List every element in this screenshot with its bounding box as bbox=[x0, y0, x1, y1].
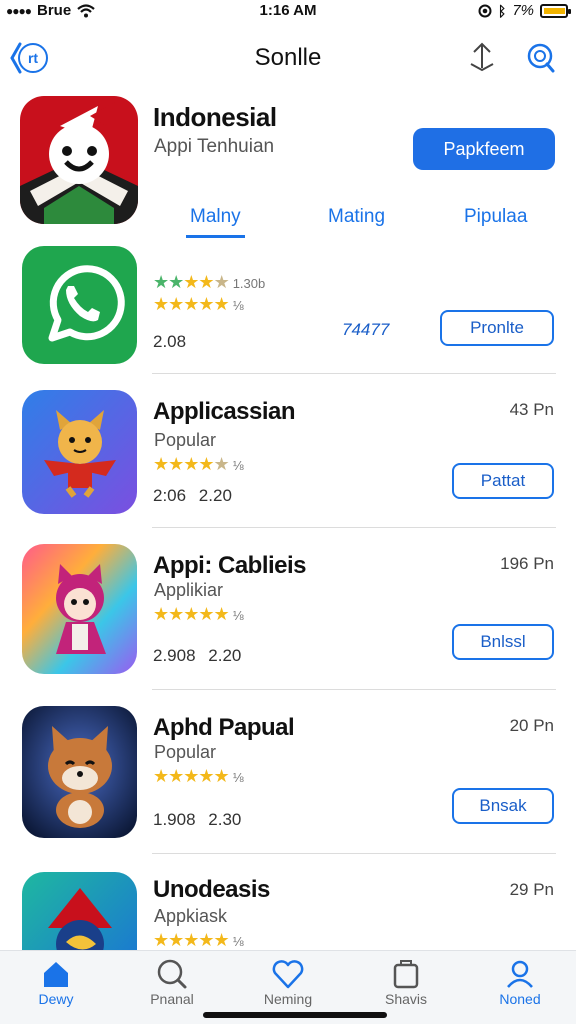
rating-stars: ★★★★★ ⅛ bbox=[153, 766, 244, 786]
app-category: Appkiask bbox=[154, 906, 228, 926]
home-icon bbox=[44, 962, 68, 987]
app-row[interactable]: Unodeasis Appkiask ★★★★★ ⅛ 29 Pn bbox=[0, 872, 576, 950]
app-size: 20 Pn bbox=[509, 716, 554, 735]
row-divider bbox=[152, 373, 556, 374]
bluetooth-icon: ᛒ bbox=[497, 2, 507, 19]
bag-icon bbox=[393, 960, 419, 989]
get-button[interactable]: Pronlte bbox=[440, 310, 554, 346]
get-button[interactable]: Bnlssl bbox=[452, 624, 554, 660]
app-category: Popular bbox=[154, 742, 217, 762]
app-name: Aphd Papual bbox=[153, 714, 295, 741]
app-icon[interactable] bbox=[22, 706, 137, 838]
tab-bar-item-profile[interactable]: Noned bbox=[470, 957, 570, 1007]
tab-bar-item-bag[interactable]: Shavis bbox=[356, 957, 456, 1007]
location-icon bbox=[478, 4, 492, 17]
status-right: ᛒ 7% bbox=[478, 2, 571, 19]
tab-bar-item-heart[interactable]: Neming bbox=[238, 957, 338, 1007]
share-button[interactable] bbox=[468, 42, 496, 79]
app-category: Popular bbox=[154, 430, 217, 450]
featured-app-subtitle: Appi Tenhuian bbox=[154, 136, 275, 157]
app-name: Applicassian bbox=[153, 398, 296, 425]
app-icon[interactable] bbox=[22, 544, 137, 674]
app-icon[interactable] bbox=[22, 390, 137, 514]
tab-0[interactable]: Malny bbox=[186, 206, 245, 238]
app-stats: 2:06 2.20 bbox=[153, 486, 232, 505]
rating-stars: ★★★★★ ⅛ bbox=[153, 604, 244, 624]
rating-stars: ★★★★★ 1.30b bbox=[153, 272, 266, 292]
search-icon bbox=[527, 43, 555, 73]
app-name: Unodeasis bbox=[153, 876, 270, 903]
featured-app-title: Indonesial bbox=[153, 102, 277, 132]
app-icon[interactable] bbox=[22, 872, 137, 950]
app-size: 43 Pn bbox=[509, 400, 554, 419]
row-divider bbox=[152, 527, 556, 528]
rating-stars: ★★★★★ ⅛ bbox=[153, 454, 244, 474]
status-bar: ●●●● Brue 1:16 AM ᛒ 7% bbox=[0, 0, 576, 22]
app-icon[interactable] bbox=[22, 246, 137, 364]
segment-tabs: Malny Mating Pipulaa bbox=[150, 206, 560, 242]
featured-app: Indonesial Appi Tenhuian Papkfeem Malny … bbox=[0, 96, 576, 244]
app-stats: 2.908 2.20 bbox=[153, 646, 242, 665]
tab-bar-item-search[interactable]: Pnanal bbox=[122, 957, 222, 1007]
tab-bar-item-home[interactable]: Dewy bbox=[6, 957, 106, 1007]
app-row[interactable]: ★★★★★ 1.30b ★★★★★ ⅛ 2.08 74477 Pronlte bbox=[0, 246, 576, 374]
rating-stars: ★★★★★ ⅛ bbox=[153, 294, 244, 314]
tab-1[interactable]: Mating bbox=[328, 206, 385, 228]
home-indicator[interactable] bbox=[203, 1012, 387, 1018]
app-stats: 1.908 2.30 bbox=[153, 810, 242, 829]
tab-bar-label: Shavis bbox=[384, 991, 428, 1007]
get-button[interactable]: Pattat bbox=[452, 463, 554, 499]
battery-percent: 7% bbox=[512, 2, 534, 19]
search-icon bbox=[157, 959, 187, 989]
featured-action-button[interactable]: Papkfeem bbox=[413, 128, 555, 170]
app-size: 196 Pn bbox=[500, 554, 554, 573]
nav-bar: rt Sonlle bbox=[0, 30, 576, 90]
row-divider bbox=[152, 853, 556, 854]
app-stats: 2.08 bbox=[153, 332, 187, 351]
tab-bar-label: Noned bbox=[499, 991, 541, 1007]
app-size: 29 Pn bbox=[509, 880, 554, 899]
app-category: Applikiar bbox=[154, 580, 224, 600]
app-meta: 74477 bbox=[342, 320, 390, 339]
search-button[interactable] bbox=[526, 42, 556, 79]
tab-2[interactable]: Pipulaa bbox=[464, 206, 527, 228]
featured-app-icon[interactable] bbox=[20, 96, 138, 224]
row-divider bbox=[152, 689, 556, 690]
app-row[interactable]: Aphd Papual Popular ★★★★★ ⅛ 1.908 2.30 20… bbox=[0, 706, 576, 854]
tab-bar-label: Neming bbox=[263, 991, 313, 1007]
app-name: Appi: Cablieis bbox=[153, 552, 307, 579]
get-button[interactable]: Bnsak bbox=[452, 788, 554, 824]
rating-count: 1.30b bbox=[232, 276, 266, 291]
battery-icon bbox=[540, 3, 571, 18]
app-row[interactable]: Applicassian Popular ★★★★★ ⅛ 2:06 2.20 43… bbox=[0, 390, 576, 528]
rating-stars: ★★★★★ ⅛ bbox=[153, 930, 244, 950]
profile-icon bbox=[507, 960, 533, 988]
tab-bar-label: Pnanal bbox=[150, 991, 194, 1007]
tab-bar-label: Dewy bbox=[38, 991, 74, 1007]
heart-icon bbox=[272, 960, 304, 989]
app-row[interactable]: Appi: Cablieis Applikiar ★★★★★ ⅛ 2.908 2.… bbox=[0, 544, 576, 690]
share-icon bbox=[470, 42, 494, 72]
